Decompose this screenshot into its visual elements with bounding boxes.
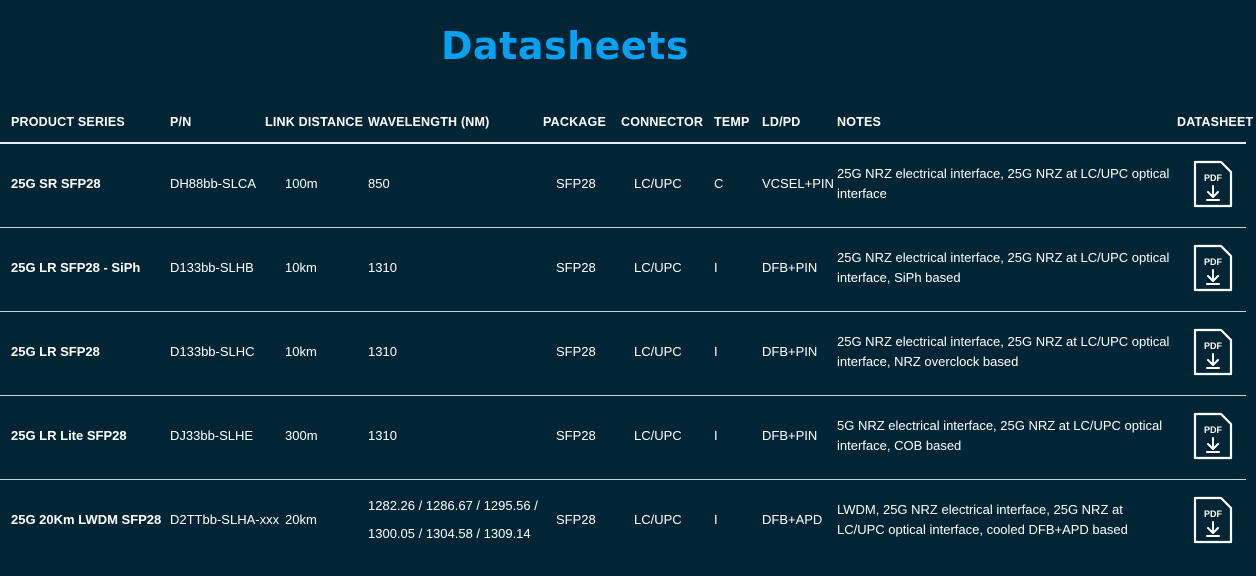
pdf-label: PDF bbox=[1204, 425, 1223, 435]
pdf-download-icon[interactable]: PDF bbox=[1192, 243, 1234, 293]
header-product-series: PRODUCT SERIES bbox=[11, 115, 125, 129]
cell-connector: LC/UPC bbox=[634, 428, 682, 443]
cell-temp: I bbox=[714, 428, 718, 443]
cell-ldpd: DFB+PIN bbox=[762, 260, 818, 275]
cell-notes: 5G NRZ electrical interface, 25G NRZ at … bbox=[837, 418, 1163, 453]
cell-package: SFP28 bbox=[556, 344, 596, 359]
cell-package: SFP28 bbox=[556, 260, 596, 275]
pdf-download-icon[interactable]: PDF bbox=[1192, 159, 1234, 209]
page-title: Datasheets bbox=[441, 24, 689, 68]
download-arrow-icon bbox=[1206, 437, 1220, 453]
cell-wavelength: 1310 bbox=[368, 428, 397, 443]
pdf-download-icon[interactable]: PDF bbox=[1192, 411, 1234, 461]
cell-pn: DJ33bb-SLHE bbox=[170, 428, 254, 443]
cell-product-series: 25G LR Lite SFP28 bbox=[11, 428, 127, 443]
cell-link-distance: 20km bbox=[285, 512, 317, 527]
cell-temp: I bbox=[714, 344, 718, 359]
row-divider bbox=[0, 395, 1246, 396]
cell-wavelength: 1282.26 / 1286.67 / 1295.56 / 1300.05 / … bbox=[368, 498, 538, 541]
cell-link-distance: 10km bbox=[285, 260, 317, 275]
download-arrow-icon bbox=[1206, 521, 1220, 537]
cell-temp: C bbox=[714, 176, 724, 191]
cell-ldpd: DFB+PIN bbox=[762, 344, 818, 359]
pdf-label: PDF bbox=[1204, 509, 1223, 519]
cell-package: SFP28 bbox=[556, 512, 596, 527]
cell-temp: I bbox=[714, 512, 718, 527]
cell-package: SFP28 bbox=[556, 176, 596, 191]
pdf-download-icon[interactable]: PDF bbox=[1192, 495, 1234, 545]
cell-link-distance: 100m bbox=[285, 176, 318, 191]
cell-notes: LWDM, 25G NRZ electrical interface, 25G … bbox=[837, 502, 1128, 537]
download-arrow-icon bbox=[1206, 269, 1220, 285]
cell-notes: 25G NRZ electrical interface, 25G NRZ at… bbox=[837, 334, 1170, 369]
cell-link-distance: 10km bbox=[285, 344, 317, 359]
header-wavelength: WAVELENGTH (NM) bbox=[368, 115, 490, 129]
cell-pn: DH88bb-SLCA bbox=[170, 176, 256, 191]
cell-product-series: 25G LR SFP28 bbox=[11, 344, 100, 359]
cell-connector: LC/UPC bbox=[634, 260, 682, 275]
cell-pn: D2TTbb-SLHA-xxx bbox=[170, 512, 280, 527]
header-connector: CONNECTOR bbox=[621, 115, 704, 129]
cell-product-series: 25G 20Km LWDM SFP28 bbox=[11, 512, 162, 527]
header-ldpd: LD/PD bbox=[762, 115, 801, 129]
header-temp: TEMP bbox=[714, 115, 750, 129]
cell-product-series: 25G LR SFP28 - SiPh bbox=[11, 260, 141, 275]
download-arrow-icon bbox=[1206, 353, 1220, 369]
cell-wavelength: 1310 bbox=[368, 344, 397, 359]
row-divider bbox=[0, 311, 1246, 312]
row-divider bbox=[0, 227, 1246, 228]
cell-pn: D133bb-SLHC bbox=[170, 344, 255, 359]
cell-notes: 25G NRZ electrical interface, 25G NRZ at… bbox=[837, 166, 1170, 201]
cell-notes: 25G NRZ electrical interface, 25G NRZ at… bbox=[837, 250, 1170, 285]
cell-temp: I bbox=[714, 260, 718, 275]
header-package: PACKAGE bbox=[543, 115, 606, 129]
cell-ldpd: DFB+PIN bbox=[762, 428, 818, 443]
header-notes: NOTES bbox=[837, 115, 882, 129]
cell-package: SFP28 bbox=[556, 428, 596, 443]
header-pn: P/N bbox=[170, 115, 192, 129]
cell-pn: D133bb-SLHB bbox=[170, 260, 254, 275]
cell-link-distance: 300m bbox=[285, 428, 318, 443]
cell-ldpd: DFB+APD bbox=[762, 512, 823, 527]
pdf-label: PDF bbox=[1204, 341, 1223, 351]
cell-wavelength: 850 bbox=[368, 176, 390, 191]
pdf-label: PDF bbox=[1204, 257, 1223, 267]
header-link-distance: LINK DISTANCE bbox=[265, 115, 364, 129]
cell-connector: LC/UPC bbox=[634, 176, 682, 191]
header-datasheet: DATASHEET bbox=[1177, 115, 1254, 129]
header-divider bbox=[0, 142, 1246, 144]
cell-wavelength: 1310 bbox=[368, 260, 397, 275]
cell-connector: LC/UPC bbox=[634, 344, 682, 359]
cell-ldpd: VCSEL+PIN bbox=[762, 176, 834, 191]
download-arrow-icon bbox=[1206, 185, 1220, 201]
pdf-download-icon[interactable]: PDF bbox=[1192, 327, 1234, 377]
cell-product-series: 25G SR SFP28 bbox=[11, 176, 101, 191]
row-divider bbox=[0, 479, 1246, 480]
cell-connector: LC/UPC bbox=[634, 512, 682, 527]
pdf-label: PDF bbox=[1204, 173, 1223, 183]
